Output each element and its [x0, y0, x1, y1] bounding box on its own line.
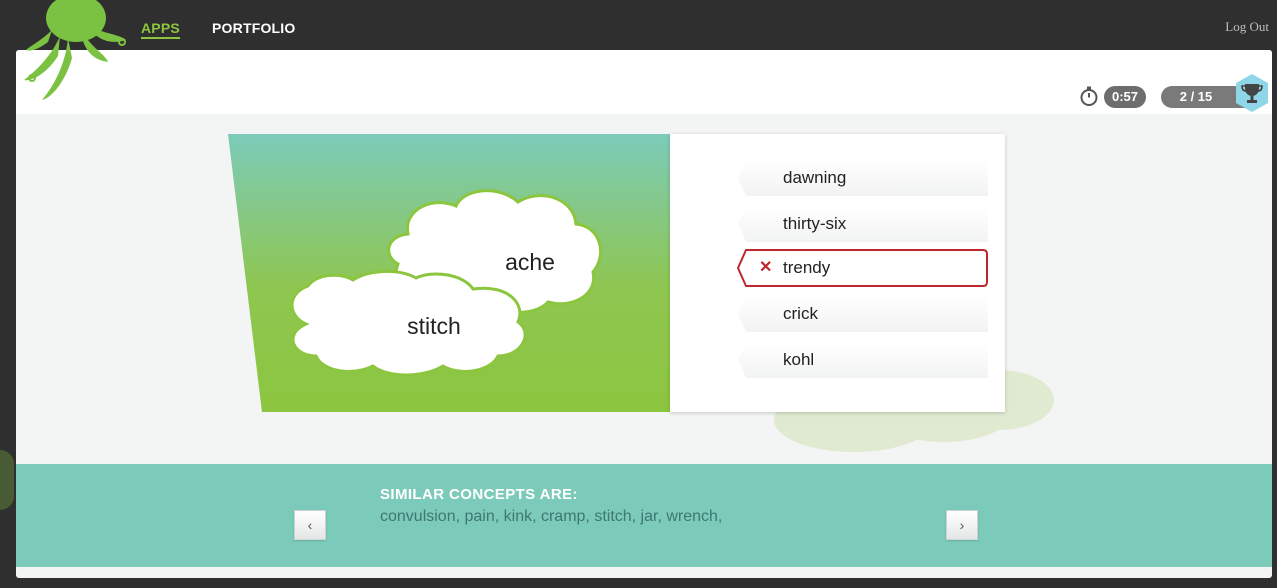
option-trendy[interactable]: ✕ trendy: [738, 250, 988, 286]
option-crick[interactable]: crick: [738, 296, 988, 332]
option-dawning[interactable]: dawning: [738, 160, 988, 196]
word-top: ache: [505, 249, 555, 275]
prev-button[interactable]: ‹: [294, 510, 326, 540]
option-label: thirty-six: [783, 214, 847, 233]
option-label: crick: [783, 304, 818, 323]
option-label: kohl: [783, 350, 815, 369]
next-button[interactable]: ›: [946, 510, 978, 540]
nav-portfolio-link[interactable]: PORTFOLIO: [212, 20, 295, 36]
x-mark-icon: ✕: [759, 259, 773, 276]
option-label: dawning: [783, 168, 847, 187]
word-card: ache stitch: [228, 134, 670, 412]
similar-concepts-title: SIMILAR CONCEPTS ARE:: [380, 486, 578, 503]
similar-concepts-list: convulsion, pain, kink, cramp, stitch, j…: [380, 508, 723, 525]
chevron-left-icon: ‹: [307, 517, 313, 533]
top-bar: APPS PORTFOLIO Log Out: [0, 0, 1277, 100]
logout-link[interactable]: Log Out: [1225, 19, 1269, 35]
option-thirty-six[interactable]: thirty-six: [738, 206, 988, 242]
similar-concepts-band: SIMILAR CONCEPTS ARE: convulsion, pain, …: [16, 464, 1272, 567]
side-decoration: [0, 450, 14, 510]
stopwatch-icon: [1080, 86, 1098, 106]
octopus-logo-icon[interactable]: [22, 0, 152, 120]
chevron-right-icon: ›: [959, 517, 965, 533]
option-label: trendy: [783, 258, 831, 277]
word-bottom: stitch: [407, 313, 461, 339]
timer-badge: 0:57: [1104, 86, 1147, 108]
option-kohl[interactable]: kohl: [738, 342, 988, 378]
trophy-icon[interactable]: [1232, 73, 1272, 113]
options-card: dawning thirty-six ✕ trendy crick kohl: [670, 134, 1005, 412]
main-panel: 0:57 2 / 15 ache stitch dawning thirty-s…: [16, 50, 1272, 578]
